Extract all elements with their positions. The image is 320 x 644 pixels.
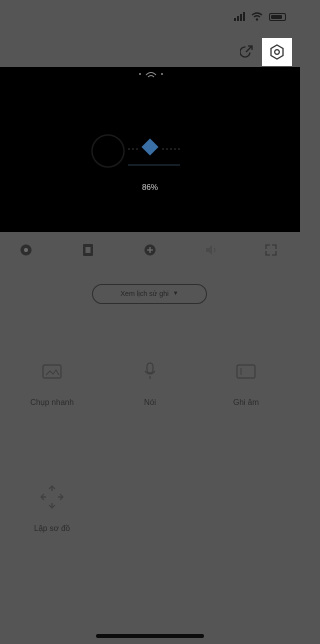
mapping-label: Lập sơ đồ bbox=[34, 524, 70, 533]
mapping-button[interactable]: Lập sơ đồ bbox=[12, 484, 92, 533]
record-button[interactable] bbox=[18, 242, 34, 258]
record-dot-icon bbox=[20, 244, 32, 256]
view-history-button[interactable]: Xem lịch sử ghi ▼ bbox=[92, 284, 207, 304]
fullscreen-icon bbox=[265, 244, 277, 256]
firmware-update-icon bbox=[91, 134, 180, 168]
wifi-icon bbox=[251, 12, 263, 21]
firmware-percent: 86% bbox=[141, 183, 158, 192]
speed-icon bbox=[144, 244, 156, 256]
share-button[interactable] bbox=[236, 40, 258, 62]
speed-button[interactable] bbox=[142, 242, 158, 258]
recording-icon bbox=[236, 364, 256, 379]
talk-button[interactable]: Nói bbox=[110, 358, 190, 407]
top-actions bbox=[0, 36, 300, 66]
share-icon bbox=[240, 45, 253, 58]
home-indicator[interactable] bbox=[96, 634, 204, 638]
camera-wifi-icon bbox=[139, 72, 163, 78]
record-video-label: Ghi âm bbox=[233, 398, 259, 407]
audio-button[interactable] bbox=[203, 242, 219, 258]
battery-icon bbox=[269, 12, 286, 21]
caret-down-icon: ▼ bbox=[172, 291, 179, 297]
camera-toolbar bbox=[0, 238, 300, 262]
microphone-icon bbox=[144, 362, 156, 379]
photo-icon bbox=[42, 364, 62, 379]
audio-icon bbox=[206, 245, 216, 255]
snapshot-label: Chụp nhanh bbox=[30, 398, 74, 407]
status-icons bbox=[234, 12, 286, 21]
fullscreen-button[interactable] bbox=[263, 242, 279, 258]
snapshot-button[interactable]: Chụp nhanh bbox=[12, 358, 92, 407]
status-bar bbox=[0, 0, 300, 34]
gear-icon bbox=[270, 44, 284, 60]
record-video-button[interactable]: Ghi âm bbox=[206, 358, 286, 407]
sd-card-icon bbox=[83, 244, 93, 256]
sd-card-button[interactable] bbox=[80, 242, 96, 258]
camera-view[interactable]: 86% bbox=[0, 67, 300, 232]
talk-label: Nói bbox=[143, 398, 156, 407]
settings-button[interactable] bbox=[262, 38, 292, 66]
view-history-label: Xem lịch sử ghi bbox=[120, 290, 169, 298]
cellular-signal-icon bbox=[234, 12, 245, 21]
map-crosshair-icon bbox=[40, 485, 64, 509]
